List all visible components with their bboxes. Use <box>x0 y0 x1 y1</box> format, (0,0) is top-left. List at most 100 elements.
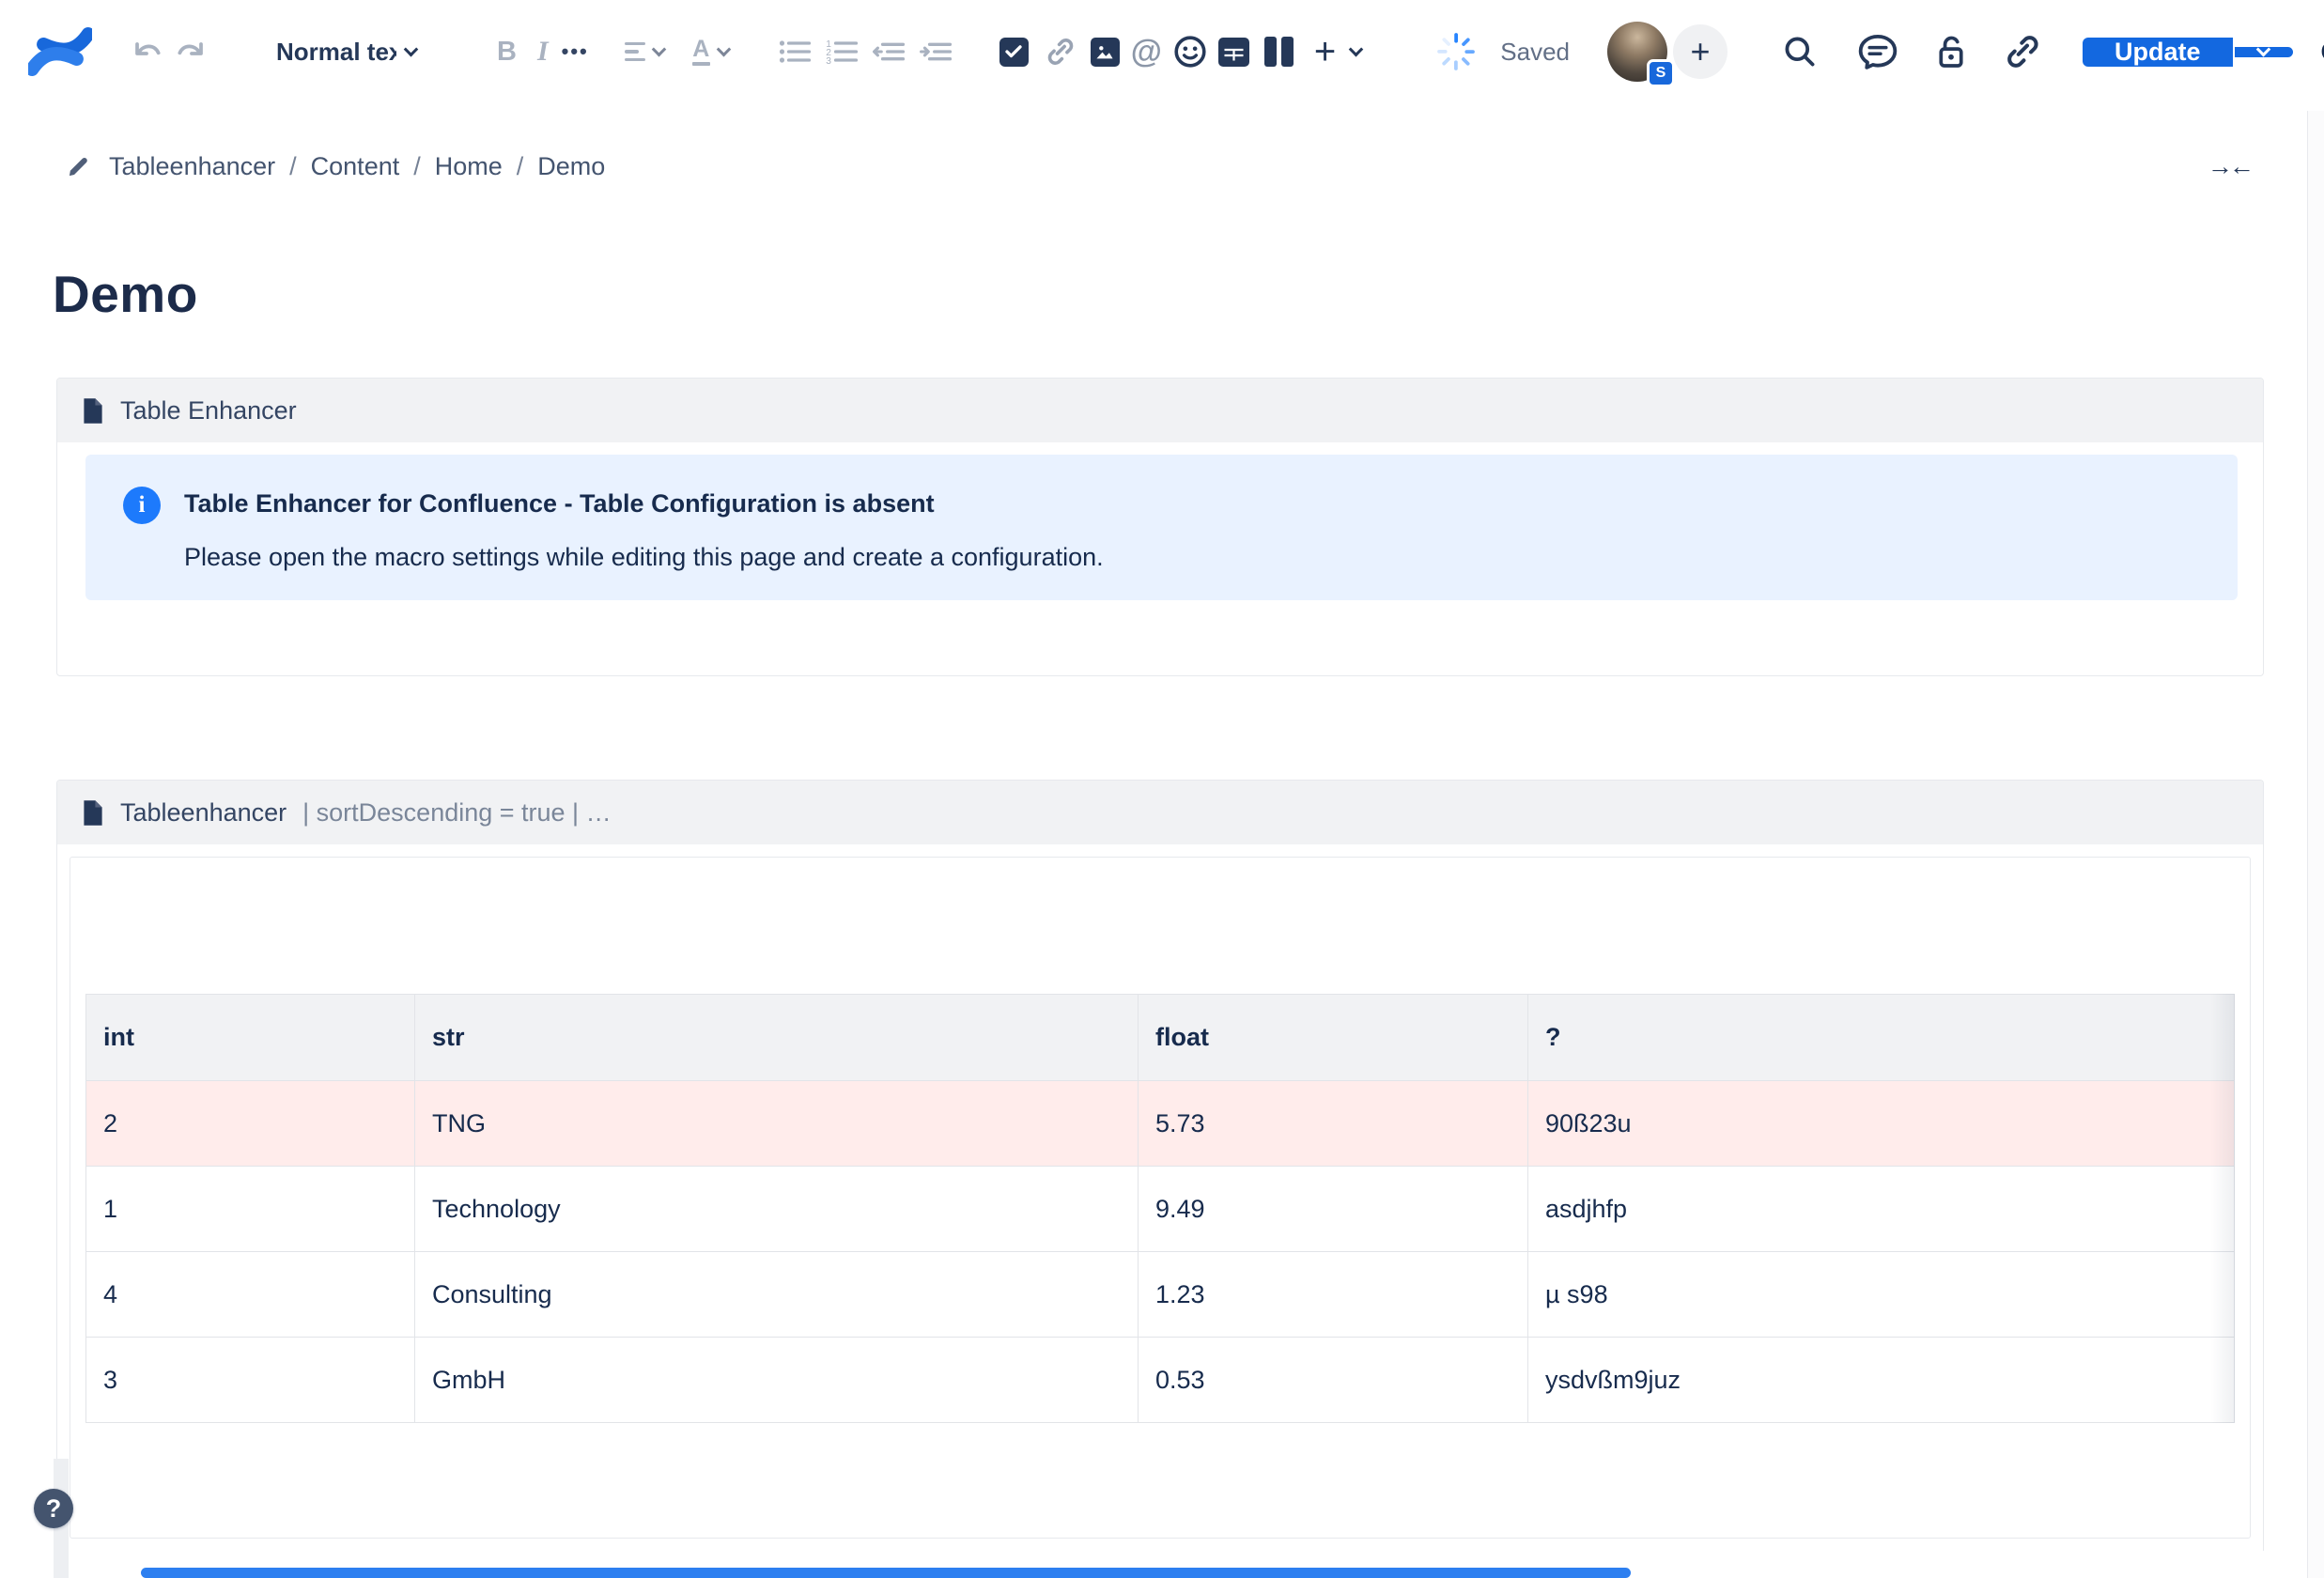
comments-button[interactable] <box>1857 33 1898 70</box>
redo-button[interactable] <box>173 37 207 67</box>
checkbox-icon <box>999 38 1029 67</box>
numbered-list-icon: 1 2 3 <box>825 37 859 67</box>
search-button[interactable] <box>1782 34 1818 70</box>
column-header[interactable]: int <box>86 995 415 1081</box>
macro-body: intstrfloat? 2TNG5.7390ß23u1Technology9.… <box>57 844 2263 1551</box>
macro-params: | sortDescending = true | … <box>302 798 611 828</box>
editor-toolbar: Normal text B I ••• A 1 2 3 <box>0 0 2324 103</box>
breadcrumb-item[interactable]: Demo <box>537 152 605 181</box>
vertical-scrollbar-track[interactable] <box>2307 111 2324 1578</box>
insert-table-button[interactable] <box>1218 38 1249 67</box>
task-list-button[interactable] <box>999 38 1029 67</box>
confluence-logo-icon <box>28 23 92 81</box>
bullet-list-icon <box>778 37 812 67</box>
alignment-dropdown[interactable] <box>625 42 664 62</box>
table-cell: 0.53 <box>1139 1338 1528 1423</box>
bullet-list-button[interactable] <box>778 37 812 67</box>
link-icon <box>1044 36 1077 68</box>
plus-icon: + <box>1690 38 1710 66</box>
horizontal-scrollbar-thumb[interactable] <box>141 1568 1631 1578</box>
breadcrumb-separator: / <box>413 152 421 181</box>
table-cell: 2 <box>86 1081 415 1167</box>
data-table: intstrfloat? 2TNG5.7390ß23u1Technology9.… <box>85 994 2235 1423</box>
chevron-down-icon <box>404 41 419 56</box>
breadcrumb-row: Tableenhancer / Content / Home / Demo →← <box>66 152 2251 181</box>
outdent-button[interactable] <box>872 37 906 67</box>
insert-dropdown[interactable] <box>1351 47 1361 57</box>
indent-button[interactable] <box>919 37 953 67</box>
more-formatting-button[interactable]: ••• <box>562 39 589 64</box>
breadcrumb-item[interactable]: Tableenhancer <box>109 152 275 181</box>
invite-button[interactable]: + <box>1667 24 1728 79</box>
table-cell: Consulting <box>415 1252 1139 1338</box>
breadcrumb-separator: / <box>289 152 297 181</box>
macro-name: Table Enhancer <box>120 396 297 425</box>
chevron-down-icon <box>2256 41 2271 56</box>
copy-link-button[interactable] <box>2004 34 2041 70</box>
collapse-width-icon[interactable]: →← <box>2208 152 2251 181</box>
table-cell: 5.73 <box>1139 1081 1528 1167</box>
bold-button[interactable]: B <box>497 37 517 68</box>
table-cell: GmbH <box>415 1338 1139 1423</box>
outdent-icon <box>872 37 906 67</box>
indent-icon <box>919 37 953 67</box>
chevron-down-icon <box>651 41 666 56</box>
insert-more-button[interactable]: + <box>1314 38 1336 66</box>
redo-icon <box>173 37 207 67</box>
table-cell: ysdvßm9juz <box>1528 1338 2235 1423</box>
unlock-icon <box>1932 33 1970 70</box>
macro-tableenhancer: Tableenhancer | sortDescending = true | … <box>56 780 2264 1551</box>
insert-image-button[interactable] <box>1091 38 1120 67</box>
info-title: Table Enhancer for Confluence - Table Co… <box>184 489 1104 518</box>
table-cell: TNG <box>415 1081 1139 1167</box>
column-header[interactable]: ? <box>1528 995 2235 1081</box>
emoji-icon <box>1173 35 1207 69</box>
table-cell: Technology <box>415 1167 1139 1252</box>
align-icon <box>625 42 645 62</box>
table-cell: 4 <box>86 1252 415 1338</box>
macro-name: Tableenhancer <box>120 798 287 828</box>
italic-button[interactable]: I <box>537 36 549 68</box>
image-icon <box>1091 38 1120 67</box>
breadcrumb-item[interactable]: Content <box>311 152 400 181</box>
breadcrumb-item[interactable]: Home <box>435 152 503 181</box>
macro-header[interactable]: Tableenhancer | sortDescending = true | … <box>57 781 2263 844</box>
table-cell: 9.49 <box>1139 1167 1528 1252</box>
update-dropdown-button[interactable] <box>2235 47 2293 57</box>
insert-link-button[interactable] <box>1044 36 1077 68</box>
breadcrumb: Tableenhancer / Content / Home / Demo <box>66 152 605 181</box>
avatar[interactable]: S <box>1607 22 1667 82</box>
close-button[interactable]: Close <box>2321 38 2324 67</box>
column-header[interactable]: float <box>1139 995 1528 1081</box>
text-color-icon: A <box>692 38 710 67</box>
mention-button[interactable]: @ <box>1131 34 1162 70</box>
breadcrumb-separator: / <box>517 152 524 181</box>
table-header-row: intstrfloat? <box>86 995 2235 1081</box>
search-icon <box>1782 34 1818 70</box>
macro-preview-card: intstrfloat? 2TNG5.7390ß23u1Technology9.… <box>70 857 2251 1539</box>
text-style-dropdown[interactable]: Normal text <box>276 38 416 67</box>
macro-header[interactable]: Table Enhancer <box>57 379 2263 442</box>
text-color-dropdown[interactable]: A <box>692 38 729 67</box>
avatar-status-badge: S <box>1647 59 1675 87</box>
table-cell: 90ß23u <box>1528 1081 2235 1167</box>
chevron-down-icon <box>716 41 731 56</box>
macro-body: i Table Enhancer for Confluence - Table … <box>57 442 2263 675</box>
update-button[interactable]: Update <box>2083 38 2233 67</box>
help-button[interactable]: ? <box>34 1489 73 1528</box>
column-header[interactable]: str <box>415 995 1139 1081</box>
table-row: 3GmbH0.53ysdvßm9juz <box>86 1338 2235 1423</box>
document-icon <box>82 397 104 425</box>
save-status-text: Saved <box>1500 38 1570 67</box>
columns-icon <box>1264 37 1294 67</box>
comment-icon <box>1857 33 1898 70</box>
undo-button[interactable] <box>132 37 165 67</box>
page-title: Demo <box>53 264 2264 324</box>
layouts-button[interactable] <box>1264 37 1294 67</box>
numbered-list-button[interactable]: 1 2 3 <box>825 37 859 67</box>
unlock-button[interactable] <box>1932 33 1970 70</box>
info-body: Please open the macro settings while edi… <box>184 543 1104 572</box>
table-cell: µ s98 <box>1528 1252 2235 1338</box>
table-row: 2TNG5.7390ß23u <box>86 1081 2235 1167</box>
emoji-button[interactable] <box>1173 35 1207 69</box>
